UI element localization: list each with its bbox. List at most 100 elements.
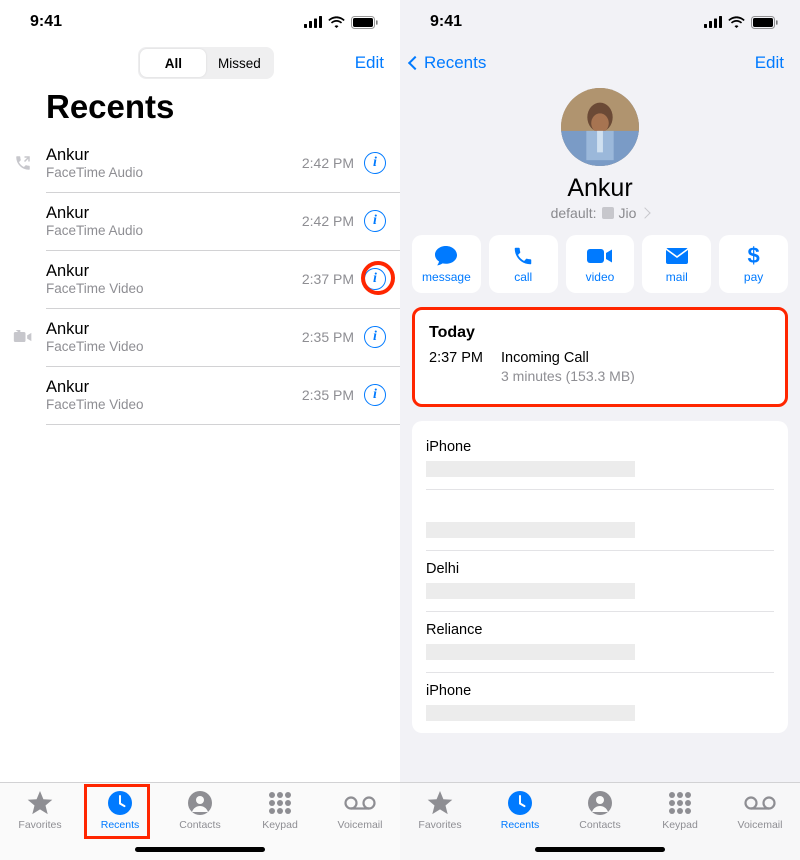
action-label: call [514, 270, 532, 284]
action-label: pay [744, 270, 763, 284]
edit-button[interactable]: Edit [755, 53, 784, 73]
wifi-icon [328, 16, 345, 28]
tab-favorites[interactable]: Favorites [404, 789, 476, 831]
tab-label: Favorites [18, 819, 61, 831]
avatar[interactable] [561, 88, 639, 166]
tab-voicemail[interactable]: Voicemail [724, 789, 796, 831]
field-label [426, 500, 774, 516]
action-label: message [422, 270, 471, 284]
contact-scroll[interactable]: Ankur default: Jio message call videomail$… [400, 82, 800, 782]
field-label: iPhone [426, 683, 774, 699]
chevron-right-icon [640, 207, 651, 218]
status-indicators [704, 16, 778, 29]
field-value-redacted [426, 705, 635, 721]
tab-label: Contacts [579, 819, 620, 831]
info-button[interactable]: i [364, 210, 386, 232]
info-button[interactable]: i [364, 326, 386, 348]
contact-field[interactable]: Reliance [426, 612, 774, 673]
recents-row[interactable]: AnkurFaceTime Video2:37 PMi [0, 250, 400, 308]
status-bar: 9:41 [400, 0, 800, 44]
keypad-icon [667, 789, 693, 817]
contact-field[interactable]: iPhone [426, 673, 774, 733]
seg-missed[interactable]: Missed [206, 49, 272, 77]
field-value-redacted [426, 461, 635, 477]
recents-list[interactable]: AnkurFaceTime Audio2:42 PMiAnkurFaceTime… [0, 134, 400, 782]
call-time: 2:35 PM [302, 387, 354, 403]
nav-bar-right: Recents Edit [400, 44, 800, 82]
home-indicator[interactable] [535, 847, 665, 852]
field-value-redacted [426, 644, 635, 660]
contacts-icon [587, 789, 613, 817]
voicemail-icon [744, 789, 776, 817]
contact-field[interactable] [426, 490, 774, 551]
contact-default-line[interactable]: default: Jio [551, 205, 650, 221]
recents-row[interactable]: AnkurFaceTime Audio2:42 PM i [0, 134, 400, 192]
recents-row[interactable]: AnkurFaceTime Audio2:42 PMi [0, 192, 400, 250]
caller-name: Ankur [46, 378, 302, 397]
pay-button[interactable]: $pay [719, 235, 788, 293]
tab-bar: FavoritesRecentsContactsKeypadVoicemail [0, 782, 400, 860]
caller-name: Ankur [46, 204, 302, 223]
contacts-icon [187, 789, 213, 817]
page-title: Recents [0, 82, 400, 134]
mail-icon [665, 245, 689, 267]
tab-voicemail[interactable]: Voicemail [324, 789, 396, 831]
call-button[interactable]: call [489, 235, 558, 293]
cellular-icon [704, 16, 722, 28]
tab-contacts[interactable]: Contacts [564, 789, 636, 831]
today-call-type: Incoming Call [501, 350, 635, 366]
default-carrier: Jio [619, 205, 637, 221]
field-label: iPhone [426, 439, 774, 455]
video-button[interactable]: video [566, 235, 635, 293]
tab-keypad[interactable]: Keypad [244, 789, 316, 831]
default-prefix: default: [551, 205, 597, 221]
call-type-icon [0, 154, 46, 172]
call-subtitle: FaceTime Audio [46, 165, 302, 180]
recents-tab-highlight [84, 784, 150, 839]
tab-keypad[interactable]: Keypad [644, 789, 716, 831]
tab-label: Keypad [662, 819, 698, 831]
info-highlight [361, 261, 395, 295]
field-label: Reliance [426, 622, 774, 638]
contact-field[interactable]: iPhone [426, 429, 774, 490]
segmented-control: All Missed [138, 47, 274, 79]
nav-bar-left: All Missed Edit [0, 44, 400, 82]
recents-row[interactable]: AnkurFaceTime Video2:35 PM i [0, 366, 400, 424]
field-value-redacted [426, 583, 635, 599]
recents-screen: 9:41 All Missed Edit Recents AnkurFaceTi… [0, 0, 400, 860]
status-indicators [304, 16, 378, 29]
battery-icon [751, 16, 778, 29]
contact-name: Ankur [567, 174, 632, 203]
seg-all[interactable]: All [140, 49, 206, 77]
today-header: Today [429, 324, 771, 342]
contact-field[interactable]: Delhi [426, 551, 774, 612]
call-subtitle: FaceTime Video [46, 397, 302, 412]
tab-contacts[interactable]: Contacts [164, 789, 236, 831]
caller-name: Ankur [46, 146, 302, 165]
mail-button[interactable]: mail [642, 235, 711, 293]
recents-row[interactable]: AnkurFaceTime Video2:35 PMi [0, 308, 400, 366]
back-label: Recents [424, 53, 486, 73]
tab-label: Favorites [418, 819, 461, 831]
info-button[interactable]: i [364, 152, 386, 174]
info-button[interactable]: i [364, 384, 386, 406]
battery-icon [351, 16, 378, 29]
video-icon [587, 245, 613, 267]
tab-label: Voicemail [338, 819, 383, 831]
tab-label: Recents [501, 819, 540, 831]
call-time: 2:37 PM [302, 271, 354, 287]
edit-button[interactable]: Edit [355, 53, 384, 73]
sim-icon [602, 207, 614, 219]
caller-name: Ankur [46, 262, 302, 281]
today-time: 2:37 PM [429, 350, 487, 384]
call-time: 2:42 PM [302, 155, 354, 171]
back-button[interactable]: Recents [410, 53, 486, 73]
tab-recents[interactable]: Recents [484, 789, 556, 831]
home-indicator[interactable] [135, 847, 265, 852]
tab-favorites[interactable]: Favorites [4, 789, 76, 831]
favorites-icon [26, 789, 54, 817]
contact-header: Ankur default: Jio [400, 82, 800, 235]
field-label: Delhi [426, 561, 774, 577]
contact-detail-screen: 9:41 Recents Edit Ankur default: Jio mes… [400, 0, 800, 860]
message-button[interactable]: message [412, 235, 481, 293]
